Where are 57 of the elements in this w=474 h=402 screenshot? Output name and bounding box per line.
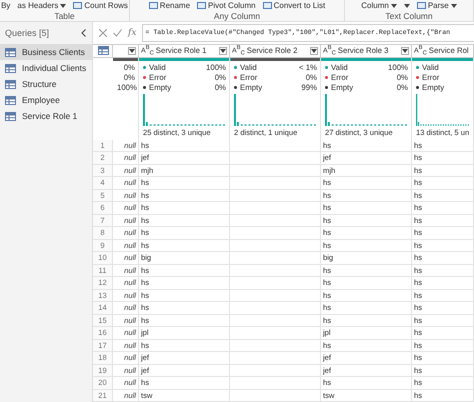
query-item[interactable]: Individual Clients [0, 60, 92, 76]
queries-title: Queries [5] [5, 28, 50, 38]
status-dot [416, 66, 419, 69]
check-icon[interactable] [113, 28, 122, 37]
caret-icon [60, 4, 66, 8]
status-dot [143, 66, 146, 69]
caret-icon [220, 48, 226, 52]
command-icon [416, 2, 426, 9]
query-item[interactable]: Service Role 1 [0, 108, 92, 124]
status-dot [416, 76, 419, 79]
ribbon-button[interactable]: Pivot Column [197, 1, 256, 10]
command-icon [73, 2, 82, 9]
status-dot [325, 76, 328, 79]
histogram-drawing [416, 94, 469, 126]
ribbon-button[interactable] [404, 4, 410, 8]
ribbon-button[interactable]: Parse [416, 1, 457, 10]
table-icon [5, 80, 16, 88]
ribbon-button[interactable]: Count Rows [73, 1, 128, 10]
table-icon [5, 112, 16, 120]
fx-label[interactable]: fx [128, 28, 136, 38]
caret-icon [450, 4, 457, 8]
caret-icon [311, 48, 317, 52]
caret-icon [402, 48, 408, 52]
close-icon[interactable] [99, 28, 107, 37]
filter-dropdown[interactable] [219, 46, 227, 54]
status-dot [325, 66, 328, 69]
status-dot [234, 66, 237, 69]
table-icon [5, 48, 16, 56]
table-icon [5, 64, 16, 72]
table-icon [98, 46, 108, 55]
ribbon-button[interactable]: Rename [148, 1, 190, 10]
caret-icon [129, 48, 135, 52]
status-dot [234, 76, 237, 79]
status-dot [234, 86, 237, 89]
query-item[interactable]: Employee [0, 92, 92, 108]
status-dot [143, 86, 146, 89]
group-label: Text Column [385, 11, 433, 21]
filter-dropdown[interactable] [310, 46, 318, 54]
ribbon-button[interactable]: Column [361, 1, 397, 10]
status-dot [143, 76, 146, 79]
group-label: Table [54, 11, 75, 21]
ribbon-button[interactable]: Convert to List [262, 1, 326, 10]
collapse-chevron-icon[interactable] [81, 29, 86, 37]
ribbon-button[interactable]: as Headers [17, 1, 66, 10]
filter-dropdown[interactable] [128, 46, 136, 54]
filter-dropdown[interactable] [401, 46, 409, 54]
command-icon [148, 2, 158, 9]
group-label: Any Column [214, 11, 260, 21]
status-dot [325, 86, 328, 89]
query-item[interactable]: Business Clients [0, 44, 92, 60]
ribbon-button[interactable]: By [1, 1, 10, 10]
table-icon [5, 96, 16, 104]
status-dot [416, 86, 419, 89]
query-item[interactable]: Structure [0, 76, 92, 92]
command-icon [197, 2, 206, 9]
command-icon [262, 2, 272, 9]
table-menu[interactable] [95, 46, 111, 54]
